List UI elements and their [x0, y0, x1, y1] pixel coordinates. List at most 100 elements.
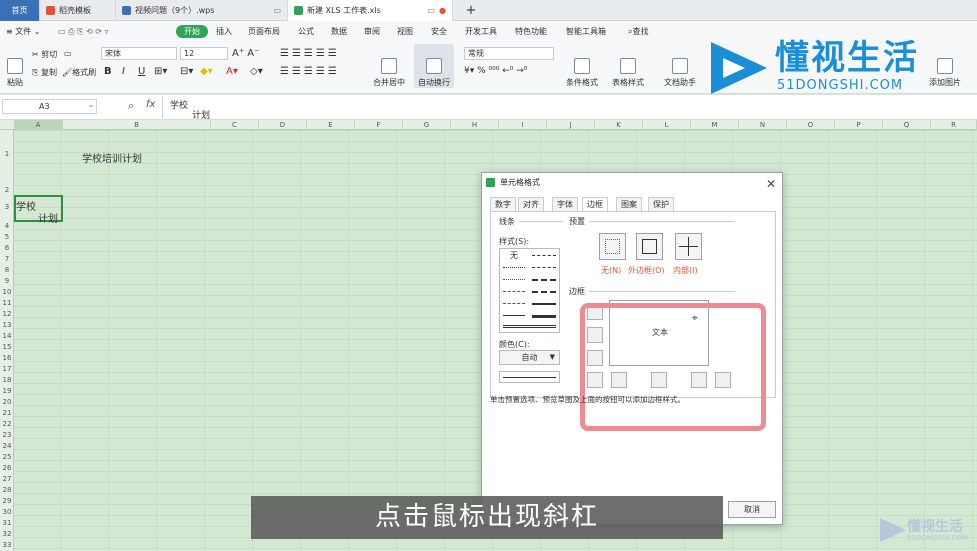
number-format-select[interactable]: 常规: [464, 47, 554, 60]
new-tab-icon[interactable]: +: [462, 0, 480, 21]
col-r[interactable]: R: [931, 120, 977, 130]
tab-restore-icon[interactable]: ▭: [427, 6, 435, 15]
col-k[interactable]: K: [595, 120, 643, 130]
font-color-icon[interactable]: A▾: [226, 66, 238, 77]
row-number[interactable]: 30: [0, 508, 14, 516]
tab-new-xls[interactable]: 新建 XLS 工作表.xls ▭ ●: [288, 0, 453, 21]
tab-wps-doc[interactable]: 视频问题（9个）.wps ▭: [116, 0, 288, 21]
row-number[interactable]: 23: [0, 431, 14, 439]
cond-format-button[interactable]: 条件格式: [562, 44, 602, 88]
cut-button[interactable]: ✂ 剪切: [32, 49, 57, 60]
number-format-icons[interactable]: ¥▾ % ⁰⁰⁰ ←⁰ →⁰: [464, 66, 527, 76]
tab-dot-icon[interactable]: ●: [439, 6, 446, 15]
cell-a3-selected[interactable]: 学校 计划: [14, 195, 63, 225]
row-number[interactable]: 33: [0, 541, 14, 549]
row-number[interactable]: 19: [0, 387, 14, 395]
line-style-option[interactable]: [503, 267, 525, 268]
font-name-select[interactable]: 宋体: [101, 47, 177, 60]
dialog-title-bar[interactable]: 单元格格式 ✕: [482, 173, 782, 192]
fill-color-icon[interactable]: ◆▾: [200, 66, 213, 77]
table-style-button[interactable]: 表格样式: [608, 44, 648, 88]
tab-home[interactable]: 首页: [0, 0, 40, 21]
font-size-select[interactable]: 12: [180, 47, 228, 60]
font-grow-icon[interactable]: A⁺ A⁻: [232, 48, 259, 59]
menu-dev-tools[interactable]: 开发工具: [461, 25, 501, 38]
underline-button[interactable]: U: [138, 66, 145, 77]
doc-assist-button[interactable]: 文档助手: [660, 44, 700, 88]
name-box-dropdown-icon[interactable]: ⌄: [88, 101, 94, 109]
line-style-option[interactable]: [503, 291, 525, 292]
row-number[interactable]: 11: [0, 299, 14, 307]
name-box[interactable]: A3: [2, 99, 97, 114]
row-number[interactable]: 22: [0, 420, 14, 428]
close-icon[interactable]: ✕: [766, 175, 776, 194]
tab-border[interactable]: 边框: [582, 197, 608, 212]
line-style-option[interactable]: [503, 303, 525, 304]
line-style-option[interactable]: [532, 303, 556, 305]
menu-formula[interactable]: 公式: [294, 25, 318, 38]
tab-pattern[interactable]: 图案: [616, 197, 642, 211]
line-style-option[interactable]: [532, 315, 556, 318]
format-painter-button[interactable]: 🖌格式刷: [62, 67, 96, 78]
col-l[interactable]: L: [643, 120, 691, 130]
col-d[interactable]: D: [259, 120, 307, 130]
line-style-option[interactable]: [532, 279, 556, 281]
line-style-list[interactable]: 无: [499, 248, 560, 333]
tab-alignment[interactable]: 对齐: [518, 197, 544, 211]
col-n[interactable]: N: [739, 120, 787, 130]
merge-center-button[interactable]: 合并居中: [370, 44, 408, 88]
fx-icon[interactable]: fx: [146, 99, 155, 110]
col-p[interactable]: P: [835, 120, 883, 130]
row-number[interactable]: 8: [0, 266, 14, 274]
row-number[interactable]: 4: [0, 222, 14, 230]
row-number[interactable]: 20: [0, 398, 14, 406]
template-icon[interactable]: ▭: [64, 49, 72, 58]
preset-outline-button[interactable]: [636, 233, 663, 260]
row-number[interactable]: 21: [0, 409, 14, 417]
menu-view[interactable]: 视图: [393, 25, 417, 38]
row-number[interactable]: 16: [0, 354, 14, 362]
col-e[interactable]: E: [307, 120, 355, 130]
italic-button[interactable]: I: [122, 66, 125, 77]
row-number[interactable]: 9: [0, 277, 14, 285]
row-number[interactable]: 7: [0, 255, 14, 263]
row-number[interactable]: 2: [0, 186, 14, 194]
tab-docer[interactable]: 稻壳模板: [40, 0, 116, 21]
col-j[interactable]: J: [547, 120, 595, 130]
menu-security[interactable]: 安全: [427, 25, 451, 38]
clear-format-icon[interactable]: ◇▾: [250, 66, 263, 77]
row-number[interactable]: 12: [0, 310, 14, 318]
bold-button[interactable]: B: [104, 66, 112, 77]
align-horizontal-icons[interactable]: ☰☰☰☰☰: [280, 66, 340, 77]
row-number[interactable]: 15: [0, 343, 14, 351]
menu-insert[interactable]: 插入: [212, 25, 236, 38]
row-number[interactable]: 24: [0, 442, 14, 450]
tab-number[interactable]: 数字: [490, 197, 516, 211]
row-number[interactable]: 5: [0, 233, 14, 241]
row-number[interactable]: 26: [0, 464, 14, 472]
col-g[interactable]: G: [403, 120, 451, 130]
col-f[interactable]: F: [355, 120, 403, 130]
col-h[interactable]: H: [451, 120, 499, 130]
menu-special[interactable]: 特色功能: [511, 25, 551, 38]
line-style-option[interactable]: [532, 267, 556, 268]
paste-button[interactable]: 粘贴: [0, 44, 30, 88]
row-number[interactable]: 3: [0, 203, 14, 211]
line-style-option[interactable]: [532, 255, 556, 256]
style-none-option[interactable]: 无: [510, 250, 518, 261]
row-number[interactable]: 25: [0, 453, 14, 461]
merge-icon[interactable]: ⊟▾: [180, 66, 193, 77]
borders-icon[interactable]: ⊞▾: [154, 66, 167, 77]
quick-toolbar-icons[interactable]: ▭ ⎙ ⎘ ⟲ ⟳ ▿: [54, 25, 113, 38]
menu-search[interactable]: ⌕查找: [624, 25, 652, 38]
copy-button[interactable]: ⎘ 复制: [32, 67, 57, 78]
menu-start[interactable]: 开始: [176, 25, 208, 38]
row-number[interactable]: 17: [0, 365, 14, 373]
line-style-option[interactable]: [503, 315, 525, 316]
col-o[interactable]: O: [787, 120, 835, 130]
col-a[interactable]: A: [14, 120, 63, 130]
row-number[interactable]: 32: [0, 530, 14, 538]
row-number[interactable]: 29: [0, 497, 14, 505]
cancel-button[interactable]: 取消: [728, 501, 776, 518]
line-style-option[interactable]: [503, 325, 556, 328]
